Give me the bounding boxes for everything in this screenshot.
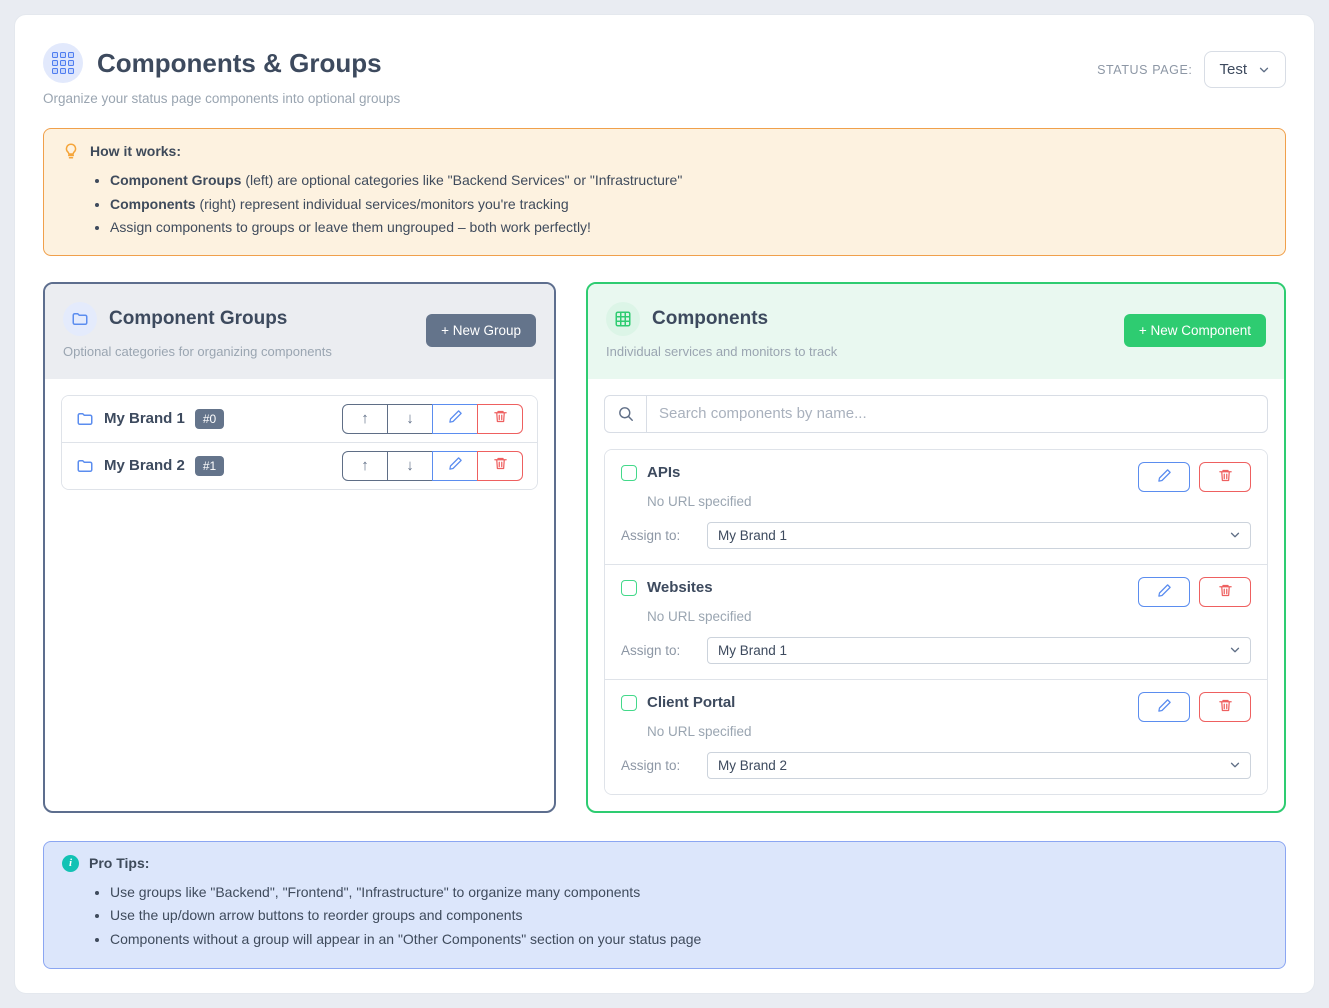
trash-icon bbox=[493, 456, 508, 475]
group-list: My Brand 1 #0 ↑ ↓ bbox=[61, 395, 538, 490]
page-header: Components & Groups Organize your status… bbox=[43, 43, 1286, 106]
delete-group-button[interactable] bbox=[477, 404, 523, 434]
assign-group-select[interactable]: My Brand 1 bbox=[707, 637, 1251, 664]
trash-icon bbox=[1218, 698, 1233, 716]
delete-group-button[interactable] bbox=[477, 451, 523, 481]
group-order-badge: #0 bbox=[195, 409, 224, 429]
pro-tip-item: Use the up/down arrow buttons to reorder… bbox=[110, 904, 1267, 928]
groups-panel-subtitle: Optional categories for organizing compo… bbox=[63, 344, 332, 359]
group-name: My Brand 1 bbox=[104, 410, 185, 427]
component-item: APIs No URL specified bbox=[605, 450, 1267, 564]
page-title: Components & Groups bbox=[97, 48, 382, 79]
how-it-works-item: Components (right) represent individual … bbox=[110, 193, 1267, 217]
group-name: My Brand 2 bbox=[104, 457, 185, 474]
pro-tips-list: Use groups like "Backend", "Frontend", "… bbox=[62, 881, 1267, 952]
search-input[interactable] bbox=[647, 396, 1267, 432]
assign-to-label: Assign to: bbox=[621, 528, 707, 543]
folder-icon bbox=[76, 410, 94, 428]
how-it-works-list: Component Groups (left) are optional cat… bbox=[62, 169, 1267, 240]
pencil-icon bbox=[448, 409, 463, 428]
group-row: My Brand 2 #1 ↑ ↓ bbox=[62, 442, 537, 489]
assign-to-label: Assign to: bbox=[621, 758, 707, 773]
component-url-status: No URL specified bbox=[647, 609, 1251, 624]
how-it-works-item: Assign components to groups or leave the… bbox=[110, 216, 1267, 240]
delete-component-button[interactable] bbox=[1199, 462, 1251, 492]
edit-group-button[interactable] bbox=[432, 404, 478, 434]
group-order-badge: #1 bbox=[195, 456, 224, 476]
status-page-select[interactable]: Test bbox=[1204, 51, 1286, 88]
pencil-icon bbox=[1157, 698, 1172, 716]
components-panel-subtitle: Individual services and monitors to trac… bbox=[606, 344, 837, 359]
component-search bbox=[604, 395, 1268, 433]
chevron-down-icon bbox=[1257, 63, 1271, 77]
status-page-label: STATUS PAGE: bbox=[1097, 63, 1192, 77]
edit-component-button[interactable] bbox=[1138, 577, 1190, 607]
delete-component-button[interactable] bbox=[1199, 692, 1251, 722]
how-it-works-title: How it works: bbox=[90, 143, 181, 159]
trash-icon bbox=[1218, 468, 1233, 486]
page-subtitle: Organize your status page components int… bbox=[43, 91, 400, 106]
lightbulb-icon bbox=[62, 142, 80, 160]
component-url-status: No URL specified bbox=[647, 494, 1251, 509]
new-component-button[interactable]: + New Component bbox=[1124, 314, 1266, 347]
pencil-icon bbox=[448, 456, 463, 475]
move-down-button[interactable]: ↓ bbox=[387, 404, 433, 434]
info-icon: i bbox=[62, 855, 79, 872]
component-name: APIs bbox=[647, 464, 680, 481]
component-url-status: No URL specified bbox=[647, 724, 1251, 739]
component-checkbox[interactable] bbox=[621, 580, 637, 596]
pro-tips-title: Pro Tips: bbox=[89, 855, 149, 871]
component-list: APIs No URL specified bbox=[604, 449, 1268, 795]
pro-tips-box: i Pro Tips: Use groups like "Backend", "… bbox=[43, 841, 1286, 970]
edit-component-button[interactable] bbox=[1138, 462, 1190, 492]
folder-icon bbox=[76, 457, 94, 475]
trash-icon bbox=[1218, 583, 1233, 601]
how-it-works-item: Component Groups (left) are optional cat… bbox=[110, 169, 1267, 193]
pro-tip-item: Components without a group will appear i… bbox=[110, 928, 1267, 952]
pencil-icon bbox=[1157, 468, 1172, 486]
edit-group-button[interactable] bbox=[432, 451, 478, 481]
components-panel-title: Components bbox=[652, 308, 768, 330]
component-checkbox[interactable] bbox=[621, 695, 637, 711]
delete-component-button[interactable] bbox=[1199, 577, 1251, 607]
trash-icon bbox=[493, 409, 508, 428]
components-grid-icon bbox=[43, 43, 83, 83]
table-grid-icon bbox=[606, 302, 640, 336]
edit-component-button[interactable] bbox=[1138, 692, 1190, 722]
move-up-button[interactable]: ↑ bbox=[342, 451, 388, 481]
status-page-value: Test bbox=[1219, 61, 1247, 78]
groups-panel-title: Component Groups bbox=[109, 308, 287, 330]
folder-icon bbox=[63, 302, 97, 336]
assign-group-select[interactable]: My Brand 1 bbox=[707, 522, 1251, 549]
how-it-works-box: How it works: Component Groups (left) ar… bbox=[43, 128, 1286, 256]
component-name: Client Portal bbox=[647, 694, 735, 711]
component-checkbox[interactable] bbox=[621, 465, 637, 481]
component-name: Websites bbox=[647, 579, 713, 596]
component-item: Websites No URL specified bbox=[605, 564, 1267, 679]
page-card: Components & Groups Organize your status… bbox=[14, 14, 1315, 994]
assign-to-label: Assign to: bbox=[621, 643, 707, 658]
pencil-icon bbox=[1157, 583, 1172, 601]
group-row: My Brand 1 #0 ↑ ↓ bbox=[62, 396, 537, 442]
new-group-button[interactable]: + New Group bbox=[426, 314, 536, 347]
component-item: Client Portal No URL specified bbox=[605, 679, 1267, 794]
search-icon bbox=[605, 396, 647, 432]
components-panel: Components Individual services and monit… bbox=[586, 282, 1286, 813]
pro-tip-item: Use groups like "Backend", "Frontend", "… bbox=[110, 881, 1267, 905]
component-groups-panel: Component Groups Optional categories for… bbox=[43, 282, 556, 813]
assign-group-select[interactable]: My Brand 2 bbox=[707, 752, 1251, 779]
move-down-button[interactable]: ↓ bbox=[387, 451, 433, 481]
move-up-button[interactable]: ↑ bbox=[342, 404, 388, 434]
